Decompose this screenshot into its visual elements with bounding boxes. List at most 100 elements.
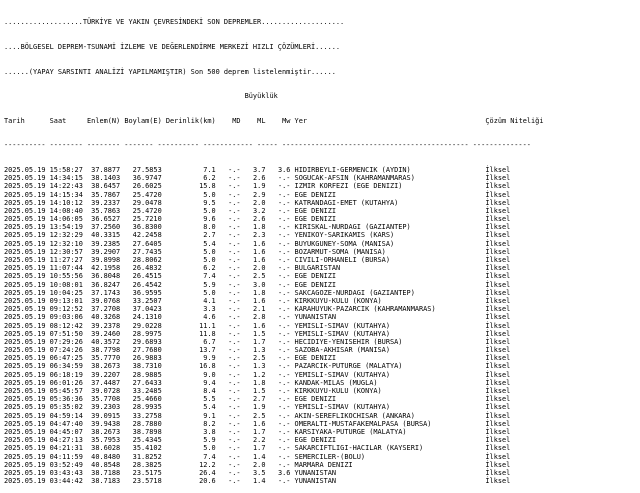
earthquake-row: 2025.05.19 06:18:19 39.2207 28.9885 9.0 … [4, 371, 640, 379]
cell-solution-quality: İlksel [485, 272, 511, 281]
cell-depth: 4.1 [165, 296, 216, 305]
cell-time: 14:10:12 [49, 198, 83, 207]
cell-latitude: 38.1403 [87, 174, 121, 183]
cell-md: -.- [219, 296, 241, 305]
cell-ml: 1.6 [244, 256, 266, 265]
earthquake-row: 2025.05.19 07:29:26 40.3572 29.6893 6.7 … [4, 338, 640, 346]
cell-depth: 9.0 [165, 370, 216, 379]
cell-mw: -.- [269, 174, 291, 183]
cell-ml: 3.5 [244, 468, 266, 477]
cell-solution-quality: İlksel [485, 370, 511, 379]
separator-line: ---------- -------- -------- ------- ---… [4, 141, 531, 150]
cell-md: -.- [219, 231, 241, 240]
cell-longitude: 36.9595 [124, 288, 162, 297]
cell-mw: -.- [269, 403, 291, 412]
cell-location: EGE DENIZI [294, 436, 482, 445]
cell-ml: 2.1 [244, 305, 266, 314]
cell-location: YEMISLI-SIMAV (KUTAHYA) [294, 370, 482, 379]
earthquake-row: 2025.05.19 14:08:40 35.7863 25.4720 5.0 … [4, 207, 640, 215]
cell-latitude: 39.2337 [87, 198, 121, 207]
cell-time: 04:45:07 [49, 427, 83, 436]
cell-date: 2025.05.19 [4, 346, 46, 355]
cell-depth: 9.6 [165, 215, 216, 224]
cell-ml: 2.5 [244, 411, 266, 420]
cell-location: KANDAK-MILAS (MUGLA) [294, 378, 482, 387]
cell-mw: -.- [269, 239, 291, 248]
cell-longitude: 23.5175 [124, 468, 162, 477]
cell-date: 2025.05.19 [4, 247, 46, 256]
cell-latitude: 38.6028 [87, 444, 121, 453]
cell-md: -.- [219, 378, 241, 387]
cell-solution-quality: İlksel [485, 165, 511, 174]
cell-solution-quality: İlksel [485, 346, 511, 355]
cell-ml: 1.7 [244, 427, 266, 436]
cell-solution-quality: İlksel [485, 378, 511, 387]
cell-date: 2025.05.19 [4, 387, 46, 396]
cell-solution-quality: İlksel [485, 305, 511, 314]
cell-location: YENIKOY-SARIKAMIS (KARS) [294, 231, 482, 240]
earthquake-row: 2025.05.19 14:10:12 39.2337 29.0478 9.5 … [4, 199, 640, 207]
cell-md: -.- [219, 460, 241, 469]
cell-longitude: 38.7310 [124, 362, 162, 371]
cell-ml: 2.5 [244, 272, 266, 281]
cell-ml: 3.7 [244, 165, 266, 174]
cell-location: BUYUKGUNEY-SOMA (MANISA) [294, 239, 482, 248]
cell-location: EGE DENIZI [294, 280, 482, 289]
cell-time: 14:06:05 [49, 215, 83, 224]
cell-md: -.- [219, 206, 241, 215]
column-header-boylam: Boylam(E) [124, 116, 162, 125]
cell-location: HIDIRBEYLI-GERMENCIK (AYDIN) [294, 165, 482, 174]
cell-time: 04:11:59 [49, 452, 83, 461]
cell-md: -.- [219, 272, 241, 281]
cell-solution-quality: İlksel [485, 190, 511, 199]
cell-location: YUNANISTAN [294, 477, 482, 486]
cell-solution-quality: İlksel [485, 206, 511, 215]
cell-latitude: 38.2673 [87, 362, 121, 371]
cell-solution-quality: İlksel [485, 215, 511, 224]
cell-time: 10:04:25 [49, 288, 83, 297]
cell-solution-quality: İlksel [485, 387, 511, 396]
cell-time: 14:08:40 [49, 206, 83, 215]
cell-mw: -.- [269, 190, 291, 199]
cell-location: EGE DENIZI [294, 272, 482, 281]
cell-ml: 1.9 [244, 403, 266, 412]
header-line-3: ......(YAPAY SARSINTI ANALİZİ YAPILMAMIŞ… [4, 67, 336, 76]
earthquake-row: 2025.05.19 09:03:06 40.3268 24.1310 4.6 … [4, 313, 640, 321]
earthquake-row: 2025.05.19 06:01:26 37.4487 27.6433 9.4 … [4, 379, 640, 387]
cell-depth: 11.1 [165, 321, 216, 330]
earthquake-row: 2025.05.19 04:45:07 38.2673 38.7898 3.8 … [4, 428, 640, 436]
cell-latitude: 37.8877 [87, 165, 121, 174]
cell-latitude: 37.2708 [87, 305, 121, 314]
cell-time: 04:21:31 [49, 444, 83, 453]
cell-location: SEMERCILER-(BOLU) [294, 452, 482, 461]
cell-longitude: 29.0478 [124, 198, 162, 207]
cell-md: -.- [219, 313, 241, 322]
column-header-tarih: Tarih [4, 116, 46, 125]
cell-solution-quality: İlksel [485, 436, 511, 445]
earthquake-row: 2025.05.19 12:32:29 40.3315 42.2458 2.7 … [4, 231, 640, 239]
cell-md: -.- [219, 337, 241, 346]
cell-md: -.- [219, 305, 241, 314]
cell-time: 06:34:59 [49, 362, 83, 371]
cell-latitude: 35.7867 [87, 190, 121, 199]
cell-mw: -.- [269, 387, 291, 396]
cell-longitude: 33.2758 [124, 411, 162, 420]
cell-md: -.- [219, 411, 241, 420]
cell-time: 11:27:27 [49, 256, 83, 265]
cell-md: -.- [219, 321, 241, 330]
cell-depth: 7.4 [165, 272, 216, 281]
cell-mw: -.- [269, 305, 291, 314]
cell-latitude: 36.6527 [87, 215, 121, 224]
cell-location: SAZOBA-AKHISAR (MANISA) [294, 346, 482, 355]
earthquake-row: 2025.05.19 15:58:27 37.8877 27.5853 7.1 … [4, 166, 640, 174]
magnitude-group-header: Büyüklük [4, 92, 640, 100]
cell-solution-quality: İlksel [485, 460, 511, 469]
cell-longitude: 28.9935 [124, 403, 162, 412]
cell-solution-quality: İlksel [485, 362, 511, 371]
cell-md: -.- [219, 362, 241, 371]
cell-mw: 3.6 [269, 468, 291, 477]
cell-md: -.- [219, 387, 241, 396]
cell-time: 05:45:57 [49, 387, 83, 396]
cell-md: -.- [219, 256, 241, 265]
cell-location: EGE DENIZI [294, 206, 482, 215]
